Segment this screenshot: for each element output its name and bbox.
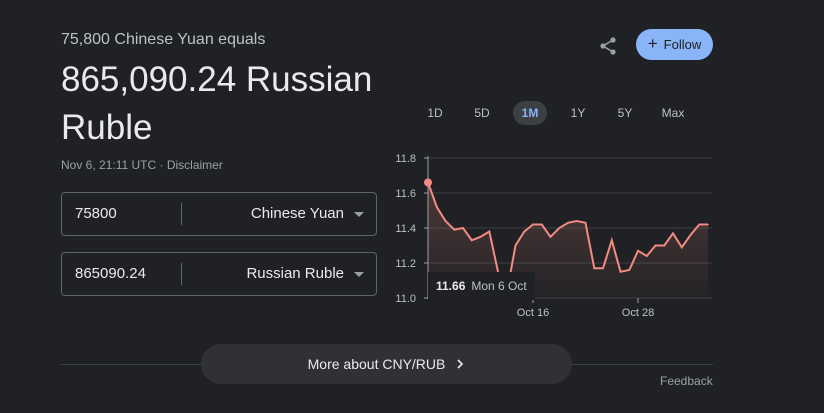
data-point — [444, 220, 447, 222]
data-point — [663, 244, 666, 247]
divider — [181, 263, 182, 285]
conversion-subtitle: 75,800 Chinese Yuan equals — [61, 31, 266, 48]
data-point — [479, 235, 482, 238]
data-point — [593, 267, 596, 270]
data-point — [619, 270, 622, 273]
tab-5d[interactable]: 5D — [467, 101, 497, 125]
share-button[interactable] — [594, 32, 622, 60]
data-point — [637, 249, 639, 252]
plus-icon: + — [647, 34, 658, 53]
data-point — [470, 239, 473, 242]
data-point — [540, 223, 543, 226]
to-converter: 865090.24 Russian Ruble — [61, 252, 377, 296]
chart-tooltip: 11.66 Mon 6 Oct — [428, 272, 535, 300]
chevron-right-icon — [457, 359, 464, 369]
timestamp: Nov 6, 21:11 UTC — [61, 158, 157, 172]
tab-max[interactable]: Max — [657, 101, 689, 125]
data-point — [610, 239, 613, 242]
data-point — [698, 223, 701, 226]
tab-1m[interactable]: 1M — [513, 101, 547, 125]
y-tick-label: 11.4 — [395, 223, 416, 235]
from-currency-select[interactable]: Chinese Yuan — [251, 193, 344, 235]
data-point — [654, 244, 657, 247]
highlight-point — [424, 178, 432, 187]
x-tick-label: Oct 16 — [517, 307, 549, 319]
tooltip-value: 11.66 — [436, 279, 466, 293]
divider — [181, 203, 182, 225]
conversion-result: 865,090.24 Russian Ruble — [61, 60, 373, 147]
feedback-link[interactable]: Feedback — [660, 374, 713, 388]
data-point — [680, 246, 683, 249]
from-converter: 75800 Chinese Yuan — [61, 192, 377, 236]
x-tick-label: Oct 28 — [622, 307, 654, 319]
data-point — [584, 221, 587, 224]
from-amount-input[interactable]: 75800 — [75, 193, 117, 235]
more-about-button[interactable]: More about CNY/RUB — [201, 344, 572, 384]
data-point — [707, 223, 709, 226]
data-point — [672, 232, 674, 235]
tooltip-date: Mon 6 Oct — [471, 279, 527, 293]
data-point — [453, 228, 456, 231]
share-icon — [600, 37, 616, 55]
y-tick-label: 11.8 — [395, 153, 416, 165]
separator: · — [159, 158, 164, 172]
tab-5y[interactable]: 5Y — [610, 101, 640, 125]
exchange-rate-chart[interactable]: 11.8 11.6 11.4 11.2 11.0 Oct 16 Oct 28 — [390, 148, 720, 328]
more-about-label: More about CNY/RUB — [307, 356, 446, 372]
data-point — [558, 227, 561, 229]
timestamp-line: Nov 6, 21:11 UTC · Disclaimer — [61, 158, 223, 172]
to-currency-select[interactable]: Russian Ruble — [246, 253, 344, 295]
follow-label: Follow — [663, 37, 702, 52]
disclaimer-link[interactable]: Disclaimer — [167, 158, 223, 172]
tab-1d[interactable]: 1D — [420, 101, 450, 125]
caret-down-icon[interactable] — [354, 272, 364, 277]
data-point — [567, 221, 569, 224]
data-point — [523, 230, 526, 233]
to-amount-input[interactable]: 865090.24 — [75, 253, 146, 295]
data-point — [575, 220, 578, 222]
y-tick-label: 11.2 — [395, 258, 416, 270]
data-point — [435, 206, 438, 208]
tab-1y[interactable]: 1Y — [563, 101, 593, 125]
y-tick-label: 11.6 — [395, 188, 416, 200]
caret-down-icon[interactable] — [354, 212, 364, 217]
data-point — [689, 234, 692, 236]
data-point — [514, 244, 517, 247]
data-point — [532, 223, 534, 226]
data-point — [645, 255, 648, 257]
data-point — [628, 269, 631, 271]
data-point — [488, 230, 491, 233]
data-point — [462, 227, 464, 229]
y-tick-label: 11.0 — [395, 293, 416, 305]
data-point — [602, 267, 604, 270]
data-point — [549, 235, 552, 238]
follow-button[interactable]: + Follow — [636, 29, 713, 60]
